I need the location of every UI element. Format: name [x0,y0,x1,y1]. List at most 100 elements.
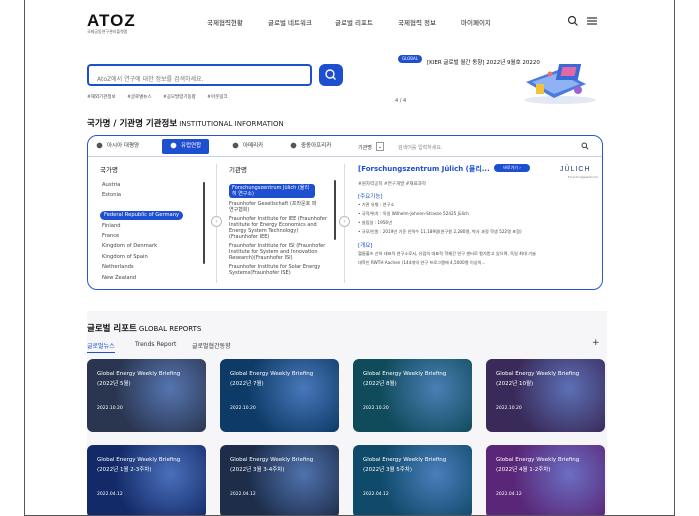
report-card-date: 2022.04.12 [363,492,389,497]
nav-intl-status[interactable]: 국제협력현황 [207,17,243,27]
select-label: 기관명 [358,145,372,151]
tag-link[interactable]: #글로벌뉴스 [127,95,151,100]
country-item[interactable]: Austria [100,180,200,190]
detail-line: • 기관 유형 : 연구소 [358,202,395,207]
country-item[interactable]: Netherlands [100,262,200,272]
report-card-date: 2022.10.20 [97,406,123,411]
institute-item[interactable]: Fraunhofer Institute for Solar Energy Sy… [229,264,327,276]
tab-global-news[interactable]: 글로벌뉴스 [87,341,115,353]
more-button[interactable]: + [592,338,600,348]
report-card[interactable]: Global Energy Weekly Briefing (2022년 8월) 2… [353,359,472,432]
banner-badge: GLOBAL [398,55,422,63]
tag-link[interactable]: #공모발령기동향 [163,95,196,100]
report-card-period: (2022년 5월) [97,381,131,387]
menu-icon[interactable] [586,15,598,27]
chevron-right-icon[interactable]: › [211,216,222,227]
tab-middle-east-africa[interactable]: 중동아프리카 [290,139,331,154]
institute-item[interactable]: Fraunhofer Institute for ISI (Fraunhofer… [229,243,327,261]
institute-scrollbar[interactable] [334,180,336,240]
detail-overview: 헬름홀츠 산하 대표적 연구소로서, 유럽의 대표적 학제간 연구 센터로 평가… [358,251,536,256]
search-box[interactable] [87,64,312,89]
report-card-date: 2022.04.12 [230,492,256,497]
report-card-title: Global Energy Weekly Briefing [363,371,447,377]
report-card-title: Global Energy Weekly Briefing [230,457,314,463]
tab-trends-report[interactable]: Trends Report [135,341,176,348]
institute-header: 기관명 [229,166,247,174]
report-card-title: Global Energy Weekly Briefing [363,457,447,463]
report-card-title: Global Energy Weekly Briefing [496,457,580,463]
tag-link[interactable]: #해외기관정보 [87,95,116,100]
report-card[interactable]: Global Energy Weekly Briefing (2022년 1월 2… [87,445,206,515]
report-card[interactable]: Global Energy Weekly Briefing (2022년 7월) 2… [220,359,339,432]
search-icon[interactable] [567,15,579,27]
page-frame: ATOZ 국제공동연구관리플랫폼 국제협력현황 글로벌 네트워크 글로벌 리포트… [24,0,675,516]
report-card[interactable]: Global Energy Weekly Briefing (2022년 3월 5… [353,445,472,515]
julich-logo-sub: Forschungszentrum [568,175,598,179]
institute-item[interactable]: Fraunhofer Gesellschaft (프라운호 퍼연구협회) [229,201,321,213]
tab-global-policy[interactable]: 글로벌협간동향 [192,341,231,350]
report-card-period: (2022년 8월) [363,381,397,387]
report-card-title: Global Energy Weekly Briefing [97,457,181,463]
report-card-date: 2022.04.12 [97,492,123,497]
banner-pagination: 4 / 4 [395,98,407,104]
detail-line: • 국적/위치 : 독일 Wilhelm-Johnen-Strasse 5242… [358,211,469,216]
tag-link[interactable]: #아웃링크 [207,95,227,100]
country-item[interactable]: Kingdom of Denmark [100,241,200,251]
report-card-period: (2022년 4월 1-2주차) [496,467,551,473]
report-card-period: (2022년 3월 3-4주차) [230,467,285,473]
institute-detail: [Forschungszentrum Jülich (율리... 바로가기 › … [358,164,598,285]
country-item[interactable]: Kingdom of Spain [100,252,200,262]
country-scrollbar[interactable] [203,182,205,264]
report-card[interactable]: Global Energy Weekly Briefing (2022년 5월) 2… [87,359,206,432]
tab-americas[interactable]: 아메리카 [232,139,263,154]
go-button[interactable]: 바로가기 › [494,164,530,172]
report-card-date: 2022.10.20 [363,406,389,411]
report-card-period: (2022년 1월 2-3주차) [97,467,152,473]
detail-section-heading: [개요] [358,243,373,249]
search-icon[interactable] [581,142,589,150]
header: ATOZ 국제공동연구관리플랫폼 국제협력현황 글로벌 네트워크 글로벌 리포트… [25,0,674,40]
detail-line: • 규모/인원 : 2019년 기준 인력수 11,189명(연구원 2,280… [358,229,522,234]
institute-column: 기관명 Forschungszentrum Jülich (율리히 연구소) F… [229,164,339,285]
report-card-date: 2022.10.20 [496,406,522,411]
detail-tags: #원자력공학 #연구개발 #재료과학 [358,182,426,187]
institute-item[interactable]: Forschungszentrum Jülich (율리히 연구소) [229,184,315,198]
country-item[interactable]: Federal Republic of Germany [100,210,184,220]
panel-search-input[interactable]: 검색어를 입력하세요. [398,144,443,151]
nav-mypage[interactable]: 마이페이지 [461,17,491,27]
search-button[interactable] [319,64,343,86]
banner-illustration [524,64,596,104]
search-input[interactable] [89,70,310,89]
tab-europe[interactable]: 유럽연합 [162,139,210,154]
country-item[interactable]: Finland [100,221,200,231]
detail-overview: 대학인 RWTH Aachen (144개의 연구 프로그램에 4,5000명 … [358,260,486,265]
report-card-date: 2022.10.20 [230,406,256,411]
report-card-title: Global Energy Weekly Briefing [496,371,580,377]
logo-subtitle: 국제공동연구관리플랫폼 [87,29,128,34]
report-card[interactable]: Global Energy Weekly Briefing (2022년 10월)… [486,359,605,432]
report-card[interactable]: Global Energy Weekly Briefing (2022년 3월 3… [220,445,339,515]
search-tags: #해외기관정보 #글로벌뉴스 #공모발령기동향 #아웃링크 [87,94,238,100]
nav-global-report[interactable]: 글로벌 리포트 [335,17,373,27]
country-item[interactable]: France [100,231,200,241]
country-column: 국가명 Austria Estonia Federal Republic of … [100,164,200,285]
search-icon [325,69,336,80]
detail-line: • 설립일 : 1956년 [358,220,392,225]
country-item[interactable]: Estonia [100,190,200,200]
report-card[interactable]: Global Energy Weekly Briefing (2022년 4월 1… [486,445,605,515]
report-card-period: (2022년 7월) [230,381,264,387]
julich-logo: JÜLICH [560,166,591,173]
nav-global-network[interactable]: 글로벌 네트워크 [268,17,312,27]
institute-item[interactable]: Fraunhofer Institute for IEE (Fraunhofer… [229,216,327,240]
chevron-right-icon[interactable]: › [339,216,350,227]
tab-asia-pacific[interactable]: 아시아 대평양 [96,139,139,154]
nav-intl-info[interactable]: 국제협력 정보 [398,17,436,27]
report-card-title: Global Energy Weekly Briefing [230,371,314,377]
country-item[interactable]: New Zealand [100,273,200,283]
country-header: 국가명 [100,166,118,174]
logo[interactable]: ATOZ [87,11,136,31]
institution-panel: 아시아 대평양 유럽연합 아메리카 중동아프리카 기관명 ⌄ 검색어를 입력하세… [87,135,603,290]
select-dropdown[interactable]: ⌄ [376,142,384,151]
globe-icon [96,142,103,149]
global-reports-title: 글로벌 리포트 GLOBAL REPORTS [87,324,202,334]
